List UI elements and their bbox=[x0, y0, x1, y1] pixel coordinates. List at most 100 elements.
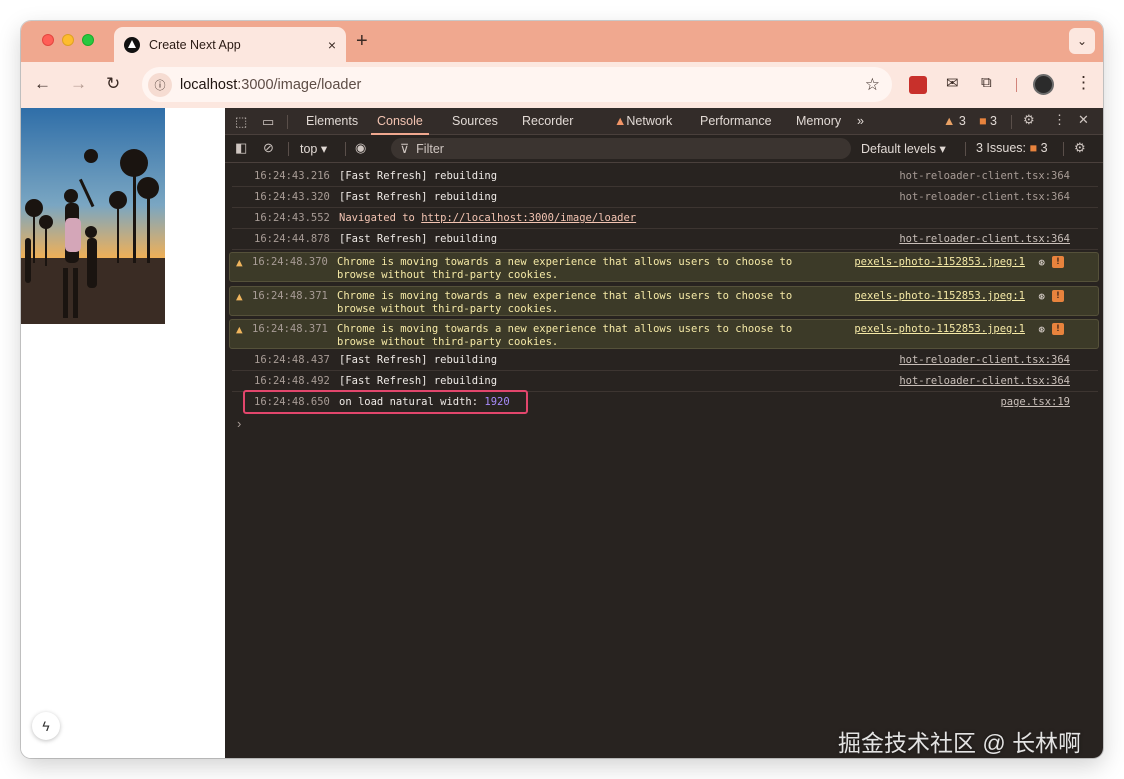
timestamp: 16:24:48.437 bbox=[254, 354, 330, 366]
source-link[interactable]: pexels-photo-1152853.jpeg:1 bbox=[854, 290, 1025, 302]
settings-gear-icon[interactable]: ⚙ bbox=[1023, 112, 1035, 128]
browser-menu-icon[interactable]: ⋮ bbox=[1075, 73, 1092, 93]
forward-arrow-icon[interactable]: → bbox=[70, 74, 87, 94]
tab-console[interactable]: Console bbox=[371, 108, 429, 135]
address-bar[interactable]: ⓘ localhost:3000/image/loader ☆ bbox=[142, 67, 892, 102]
console-row[interactable]: 16:24:48.437 [Fast Refresh] rebuilding h… bbox=[232, 350, 1098, 371]
web-page: ϟ bbox=[21, 108, 225, 758]
timestamp: 16:24:44.878 bbox=[254, 233, 330, 245]
network-request-icon[interactable]: ⊛ bbox=[1038, 323, 1045, 336]
site-info-icon[interactable]: ⓘ bbox=[148, 72, 172, 97]
navigated-url-link[interactable]: http://localhost:3000/image/loader bbox=[421, 212, 636, 224]
url-path: :3000/image/loader bbox=[237, 76, 362, 93]
issues-button[interactable]: 3 Issues: ■ 3 bbox=[976, 141, 1048, 155]
new-tab-button[interactable]: + bbox=[356, 30, 368, 53]
toolbar-divider bbox=[1016, 78, 1017, 92]
errors-counter[interactable]: ■ 3 bbox=[979, 108, 997, 135]
tab-divider bbox=[287, 115, 288, 129]
back-arrow-icon[interactable]: ← bbox=[34, 74, 51, 94]
tab-close-icon[interactable]: × bbox=[328, 37, 336, 53]
tab-performance[interactable]: Performance bbox=[700, 108, 772, 135]
console-filter-input[interactable]: ⊽ Filter bbox=[391, 138, 851, 159]
console-row[interactable]: 16:24:43.320 [Fast Refresh] rebuilding h… bbox=[232, 187, 1098, 208]
highlight-annotation-box bbox=[243, 390, 528, 414]
url-text[interactable]: localhost:3000/image/loader bbox=[180, 77, 865, 93]
issue-flag-icon: ■ bbox=[979, 114, 987, 128]
console-warning-row[interactable]: ▲ 16:24:48.371 Chrome is moving towards … bbox=[229, 319, 1099, 349]
sidebar-toggle-icon[interactable]: ◧ bbox=[235, 140, 247, 156]
filter-placeholder: Filter bbox=[416, 141, 444, 156]
source-link[interactable]: hot-reloader-client.tsx:364 bbox=[899, 191, 1070, 203]
tab-recorder[interactable]: Recorder bbox=[522, 108, 573, 135]
warning-message: Chrome is moving towards a new experienc… bbox=[337, 256, 793, 281]
timestamp: 16:24:43.552 bbox=[254, 212, 330, 224]
more-tabs-icon[interactable]: » bbox=[857, 108, 864, 135]
console-row[interactable]: 16:24:43.216 [Fast Refresh] rebuilding h… bbox=[232, 166, 1098, 187]
profile-avatar[interactable] bbox=[1033, 74, 1054, 95]
errors-count: 3 bbox=[990, 114, 997, 128]
filter-divider bbox=[345, 142, 346, 156]
live-expression-eye-icon[interactable]: ◉ bbox=[355, 140, 366, 156]
filter-divider bbox=[965, 142, 966, 156]
console-prompt-icon[interactable]: › bbox=[237, 416, 241, 431]
url-host: localhost bbox=[180, 76, 238, 93]
browser-tab[interactable]: Create Next App × bbox=[114, 27, 346, 62]
source-link[interactable]: pexels-photo-1152853.jpeg:1 bbox=[854, 256, 1025, 268]
source-link[interactable]: pexels-photo-1152853.jpeg:1 bbox=[854, 323, 1025, 335]
console-settings-gear-icon[interactable]: ⚙ bbox=[1074, 140, 1086, 156]
filter-divider bbox=[288, 142, 289, 156]
browser-toolbar: ← → ↻ ⓘ localhost:3000/image/loader ☆ ✉ … bbox=[21, 62, 1103, 108]
issue-flag-icon[interactable]: ! bbox=[1052, 290, 1064, 302]
log-message: Navigated to http://localhost:3000/image… bbox=[339, 212, 636, 225]
tab-elements[interactable]: Elements bbox=[306, 108, 358, 135]
source-link[interactable]: hot-reloader-client.tsx:364 bbox=[899, 170, 1070, 182]
network-request-icon[interactable]: ⊛ bbox=[1038, 290, 1045, 303]
devtools-tab-bar: ⬚ ▭ Elements Console Sources Recorder ▲N… bbox=[225, 108, 1103, 135]
log-message: [Fast Refresh] rebuilding bbox=[339, 375, 498, 387]
clear-console-icon[interactable]: ⊘ bbox=[263, 140, 274, 156]
tab-memory[interactable]: Memory bbox=[796, 108, 841, 135]
tab-sources[interactable]: Sources bbox=[452, 108, 498, 135]
close-devtools-icon[interactable]: ✕ bbox=[1078, 112, 1089, 128]
console-row[interactable]: 16:24:43.552 Navigated to http://localho… bbox=[232, 208, 1098, 229]
reload-icon[interactable]: ↻ bbox=[106, 74, 120, 94]
issue-flag-icon[interactable]: ! bbox=[1052, 323, 1064, 335]
source-link[interactable]: hot-reloader-client.tsx:364 bbox=[899, 233, 1070, 245]
tab-network[interactable]: ▲Network bbox=[614, 108, 672, 135]
tab-divider bbox=[1011, 115, 1012, 129]
warning-message: Chrome is moving towards a new experienc… bbox=[337, 290, 793, 315]
nextjs-dev-indicator-icon[interactable]: ϟ bbox=[32, 712, 60, 740]
log-message: [Fast Refresh] rebuilding bbox=[339, 354, 498, 366]
extensions-puzzle-icon[interactable]: ⧉ bbox=[981, 74, 992, 91]
devtools-menu-icon[interactable]: ⋮ bbox=[1053, 112, 1066, 128]
console-row[interactable]: 16:24:48.492 [Fast Refresh] rebuilding h… bbox=[232, 371, 1098, 392]
console-warning-row[interactable]: ▲ 16:24:48.370 Chrome is moving towards … bbox=[229, 252, 1099, 282]
console-row[interactable]: 16:24:44.878 [Fast Refresh] rebuilding h… bbox=[232, 229, 1098, 250]
context-selector[interactable]: top ▾ bbox=[300, 141, 327, 156]
source-link[interactable]: hot-reloader-client.tsx:364 bbox=[899, 375, 1070, 387]
device-toolbar-icon[interactable]: ▭ bbox=[262, 114, 274, 130]
tab-title: Create Next App bbox=[149, 37, 241, 52]
mail-extension-icon[interactable]: ✉ bbox=[946, 74, 959, 92]
extension-red-icon[interactable] bbox=[909, 76, 927, 94]
network-request-icon[interactable]: ⊛ bbox=[1038, 256, 1045, 269]
source-link[interactable]: page.tsx:19 bbox=[1000, 396, 1070, 408]
close-window-button[interactable] bbox=[42, 34, 54, 46]
console-warning-row[interactable]: ▲ 16:24:48.371 Chrome is moving towards … bbox=[229, 286, 1099, 316]
warnings-counter[interactable]: ▲ 3 bbox=[943, 108, 966, 135]
minimize-window-button[interactable] bbox=[62, 34, 74, 46]
issue-flag-icon[interactable]: ! bbox=[1052, 256, 1064, 268]
issues-label: 3 Issues: bbox=[976, 141, 1027, 155]
inspect-element-icon[interactable]: ⬚ bbox=[235, 114, 247, 130]
context-label: top bbox=[300, 142, 318, 156]
console-filter-bar: ◧ ⊘ top ▾ ◉ ⊽ Filter Default levels ▾ 3 … bbox=[225, 135, 1103, 163]
log-levels-dropdown[interactable]: Default levels ▾ bbox=[861, 141, 946, 156]
tab-search-button[interactable]: ⌄ bbox=[1069, 28, 1095, 54]
bookmark-star-icon[interactable]: ☆ bbox=[865, 75, 880, 95]
filter-funnel-icon: ⊽ bbox=[400, 142, 410, 156]
devtools-panel: ⬚ ▭ Elements Console Sources Recorder ▲N… bbox=[225, 108, 1103, 758]
zoom-window-button[interactable] bbox=[82, 34, 94, 46]
warning-triangle-icon: ▲ bbox=[236, 323, 243, 336]
basketball-photo bbox=[21, 108, 165, 324]
source-link[interactable]: hot-reloader-client.tsx:364 bbox=[899, 354, 1070, 366]
